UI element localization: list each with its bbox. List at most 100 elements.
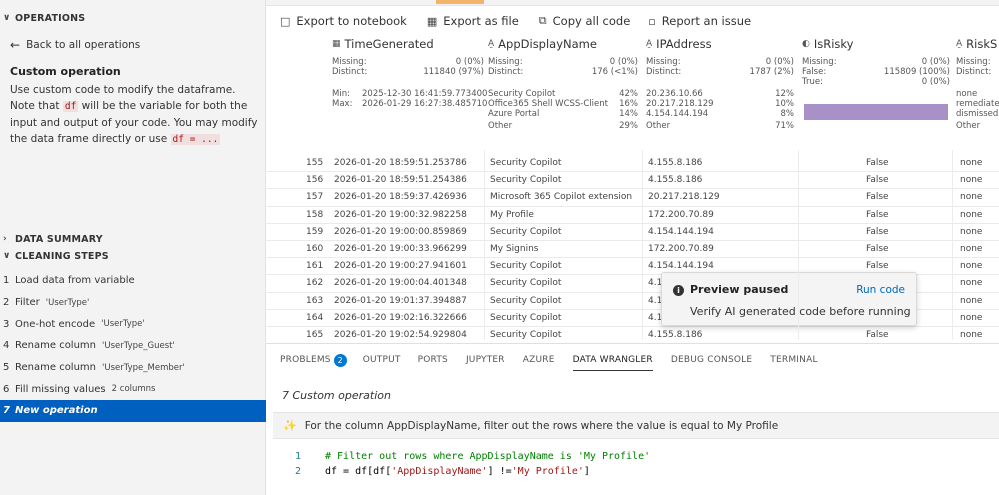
row-index: 161 [306, 261, 324, 272]
problems-count-badge: 2 [333, 353, 347, 367]
toast-title: Preview paused [690, 283, 789, 296]
cell-ipaddress: 4.155.8.186 [648, 330, 703, 340]
step-new-operation[interactable]: 7 New operation [0, 400, 266, 422]
column-isrisky[interactable]: ◐ IsRisky Missing: 0 (0%) False: 115809 (… [802, 32, 950, 150]
tab-output[interactable]: OUTPUT [363, 344, 401, 376]
tab-ports[interactable]: PORTS [418, 344, 448, 376]
column-divider [798, 150, 799, 340]
step-rename-member[interactable]: 5 Rename column 'UserType_Member' [0, 357, 266, 379]
cell-timegenerated: 2026-01-20 19:00:33.966299 [334, 244, 467, 254]
toast-message: Verify AI generated code before running [690, 305, 911, 318]
cell-riskstate: none [960, 330, 983, 340]
cell-appdisplayname: Microsoft 365 Copilot extension [490, 192, 633, 203]
column-ipaddress[interactable]: A̱ IPAddress Missing: 0 (0%) Distinct: 17… [646, 32, 794, 150]
cell-appdisplayname: My Signins [490, 244, 539, 254]
step-filter[interactable]: 2 Filter 'UserType' [0, 292, 266, 314]
tab-data-wrangler[interactable]: DATA WRANGLER [572, 344, 654, 376]
operations-header[interactable]: ∨ OPERATIONS [0, 10, 266, 26]
cell-timegenerated: 2026-01-20 18:59:51.253786 [334, 158, 467, 168]
cell-timegenerated: 2026-01-20 18:59:51.254386 [334, 175, 467, 186]
cell-timegenerated: 2026-01-20 19:02:54.929804 [334, 330, 467, 340]
cell-appdisplayname: Security Copilot [490, 261, 562, 272]
export-notebook-button[interactable]: □ Export to notebook [280, 14, 407, 28]
cell-isrisky: False [866, 175, 889, 186]
table-row[interactable]: 156 2026-01-20 18:59:51.254386 Security Co… [266, 171, 999, 188]
chevron-down-icon: ∨ [3, 13, 11, 23]
cell-riskstate: none [960, 175, 983, 186]
custom-operation-title: Custom operation [10, 65, 121, 78]
text-icon: A̱ [646, 39, 653, 49]
notebook-icon: □ [280, 14, 291, 28]
cell-appdisplayname: My Profile [490, 209, 534, 220]
tab-problems[interactable]: PROBLEMS 2 [280, 344, 347, 376]
table-row[interactable]: 155 2026-01-20 18:59:51.253786 Security Co… [266, 154, 999, 171]
table-row[interactable]: 165 2026-01-20 19:02:54.929804 Security Co… [266, 326, 999, 340]
cell-appdisplayname: Security Copilot [490, 158, 562, 168]
data-summary-header[interactable]: › DATA SUMMARY [0, 231, 266, 247]
row-index: 165 [306, 330, 324, 340]
cell-appdisplayname: Security Copilot [490, 295, 562, 306]
cell-ipaddress: 20.217.218.129 [648, 192, 720, 203]
step-rename-guest[interactable]: 4 Rename column 'UserType_Guest' [0, 335, 266, 357]
table-row[interactable]: 160 2026-01-20 19:00:33.966299 My Signins 1… [266, 240, 999, 257]
active-tab-indicator [436, 0, 484, 4]
arrow-left-icon: ← [10, 38, 21, 52]
cleaning-steps-header[interactable]: ∨ CLEANING STEPS [0, 248, 266, 264]
row-index: 156 [306, 175, 324, 186]
column-divider [952, 150, 953, 340]
boolean-icon: ◐ [802, 39, 810, 49]
cell-riskstate: none [960, 278, 983, 289]
cell-ipaddress: 4.154.144.194 [648, 226, 714, 237]
cell-isrisky: False [866, 330, 889, 340]
cell-isrisky: False [866, 192, 889, 203]
step-load-data[interactable]: 1 Load data from variable [0, 270, 266, 292]
report-issue-button[interactable]: ▫ Report an issue [648, 14, 751, 28]
tab-jupyter[interactable]: JUPYTER [466, 344, 505, 376]
operations-panel: ∨ OPERATIONS ← Back to all operations Cu… [0, 0, 266, 495]
tab-debug-console[interactable]: DEBUG CONSOLE [671, 344, 752, 376]
cell-isrisky: False [866, 226, 889, 237]
cell-timegenerated: 2026-01-20 19:00:00.859869 [334, 226, 467, 237]
row-index: 164 [306, 312, 324, 323]
column-timegenerated[interactable]: ▦ TimeGenerated Missing: 0 (0%) Distinct:… [332, 32, 487, 150]
cell-ipaddress: 4.154.144.194 [648, 261, 714, 272]
text-icon: A̱ [956, 39, 963, 49]
column-risks[interactable]: A̱ RiskS Missing: Distinct: none remediat… [956, 32, 999, 150]
table-row[interactable]: 158 2026-01-20 19:00:32.982258 My Profile 1… [266, 206, 999, 223]
operation-title: 7 Custom operation [282, 389, 391, 402]
calendar-icon: ▦ [332, 39, 341, 49]
column-appdisplayname[interactable]: A̱ AppDisplayName Missing: 0 (0%) Distinc… [488, 32, 638, 150]
cell-riskstate: none [960, 295, 983, 306]
table-row[interactable]: 159 2026-01-20 19:00:00.859869 Security Co… [266, 223, 999, 240]
row-index: 159 [306, 226, 324, 237]
copy-code-button[interactable]: ⧉ Copy all code [539, 14, 631, 28]
cell-timegenerated: 2026-01-20 18:59:37.426936 [334, 192, 467, 203]
cell-timegenerated: 2026-01-20 19:02:16.322666 [334, 312, 467, 323]
cell-appdisplayname: Security Copilot [490, 330, 562, 340]
step-fill-missing[interactable]: 6 Fill missing values 2 columns [0, 378, 266, 400]
cell-riskstate: none [960, 209, 983, 220]
sparkle-icon: ✨ [283, 419, 297, 432]
cell-isrisky: False [866, 158, 889, 168]
cleaning-steps-list: 1 Load data from variable 2 Filter 'UserTyp… [0, 270, 266, 422]
cell-timegenerated: 2026-01-20 19:00:27.941601 [334, 261, 467, 272]
cell-riskstate: none [960, 158, 983, 168]
code-line-2[interactable]: 2 df = df[df['AppDisplayName'] != 'My Pr… [273, 466, 590, 477]
row-index: 157 [306, 192, 324, 203]
table-row[interactable]: 157 2026-01-20 18:59:37.426936 Microsoft 3… [266, 188, 999, 205]
tab-azure[interactable]: AZURE [523, 344, 555, 376]
editor-tab-bar [266, 0, 999, 6]
cell-riskstate: none [960, 312, 983, 323]
code-line-1[interactable]: 1 # Filter out rows where AppDisplayName… [273, 451, 650, 462]
export-file-button[interactable]: ▦ Export as file [427, 14, 519, 28]
run-code-link[interactable]: Run code [856, 284, 905, 296]
cell-timegenerated: 2026-01-20 19:00:32.982258 [334, 209, 467, 220]
cell-isrisky: False [866, 209, 889, 220]
ai-prompt-bar[interactable]: ✨ For the column AppDisplayName, filter … [273, 412, 999, 439]
cell-ipaddress: 172.200.70.89 [648, 209, 714, 220]
step-one-hot-encode[interactable]: 3 One-hot encode 'UserType' [0, 313, 266, 335]
cell-ipaddress: 4.155.8.186 [648, 158, 703, 168]
tab-terminal[interactable]: TERMINAL [770, 344, 817, 376]
isrisky-false-bar [804, 104, 948, 120]
back-to-operations-link[interactable]: ← Back to all operations [10, 38, 140, 52]
